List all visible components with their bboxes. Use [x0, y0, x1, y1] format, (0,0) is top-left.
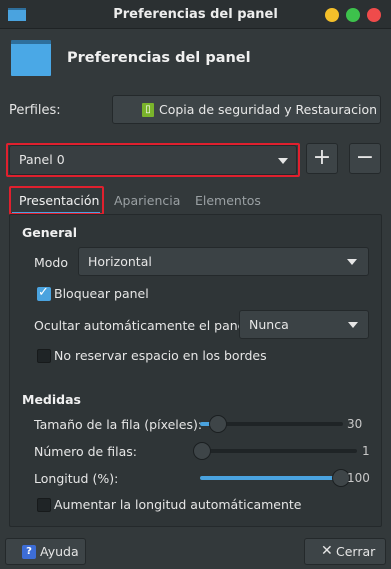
- mode-select[interactable]: Horizontal: [78, 247, 369, 276]
- title-bar: Preferencias del panel: [0, 0, 391, 29]
- archive-icon: ▯: [142, 103, 154, 117]
- row-size-label: Tamaño de la fila (píxeles):: [34, 417, 203, 432]
- tab-highlight: [9, 186, 104, 215]
- tab-apariencia[interactable]: Apariencia: [114, 193, 180, 208]
- rows-label: Número de filas:: [34, 444, 137, 459]
- lock-panel-checkbox[interactable]: [37, 285, 51, 301]
- backup-restore-button[interactable]: ▯ Copia de seguridad y Restauracion: [112, 95, 381, 124]
- minus-icon: −: [355, 145, 375, 170]
- general-section-title: General: [22, 225, 77, 240]
- profiles-label: Perfiles:: [9, 103, 61, 118]
- panel-icon: [11, 40, 51, 76]
- plus-icon: +: [312, 145, 332, 170]
- add-panel-button[interactable]: +: [306, 143, 338, 174]
- no-reserve-space-label: No reservar espacio en los bordes: [54, 348, 267, 363]
- close-label: Cerrar: [336, 544, 376, 559]
- length-slider-fill: [200, 476, 342, 480]
- rows-slider[interactable]: [193, 442, 211, 460]
- measures-section-title: Medidas: [22, 392, 81, 407]
- mode-select-value: Horizontal: [88, 254, 152, 269]
- close-window-button[interactable]: [367, 8, 381, 22]
- help-label: Ayuda: [40, 544, 79, 559]
- row-size-slider[interactable]: [209, 415, 227, 433]
- chevron-down-icon: [347, 259, 357, 265]
- page-title: Preferencias del panel: [67, 50, 251, 66]
- help-button[interactable]: ? Ayuda: [5, 538, 86, 565]
- lock-panel-label: Bloquear panel: [54, 286, 149, 301]
- autolength-checkbox[interactable]: [37, 498, 51, 512]
- autohide-select[interactable]: Nunca: [239, 310, 369, 339]
- autolength-label: Aumentar la longitud automáticamente: [54, 497, 302, 512]
- close-icon: ✕: [321, 543, 333, 559]
- no-reserve-space-checkbox[interactable]: [37, 349, 51, 363]
- backup-restore-label: Copia de seguridad y Restauracion: [159, 102, 378, 117]
- remove-panel-button[interactable]: −: [349, 143, 381, 174]
- mode-label: Modo: [34, 255, 69, 270]
- chevron-down-icon: [348, 322, 358, 328]
- autohide-label: Ocultar automáticamente el panel:: [34, 318, 254, 333]
- panel-select-highlight: [6, 143, 300, 177]
- length-label: Longitud (%):: [34, 471, 119, 486]
- close-button[interactable]: ✕ Cerrar: [304, 538, 386, 565]
- help-icon: ?: [22, 545, 36, 559]
- length-value: 100: [347, 471, 370, 485]
- rows-value: 1: [362, 444, 370, 458]
- row-size-value: 30: [347, 417, 363, 431]
- maximize-button[interactable]: [346, 8, 360, 22]
- autohide-select-value: Nunca: [249, 317, 289, 332]
- rows-slider-track: [200, 449, 357, 453]
- minimize-button[interactable]: [325, 8, 339, 22]
- tab-elementos[interactable]: Elementos: [195, 193, 261, 208]
